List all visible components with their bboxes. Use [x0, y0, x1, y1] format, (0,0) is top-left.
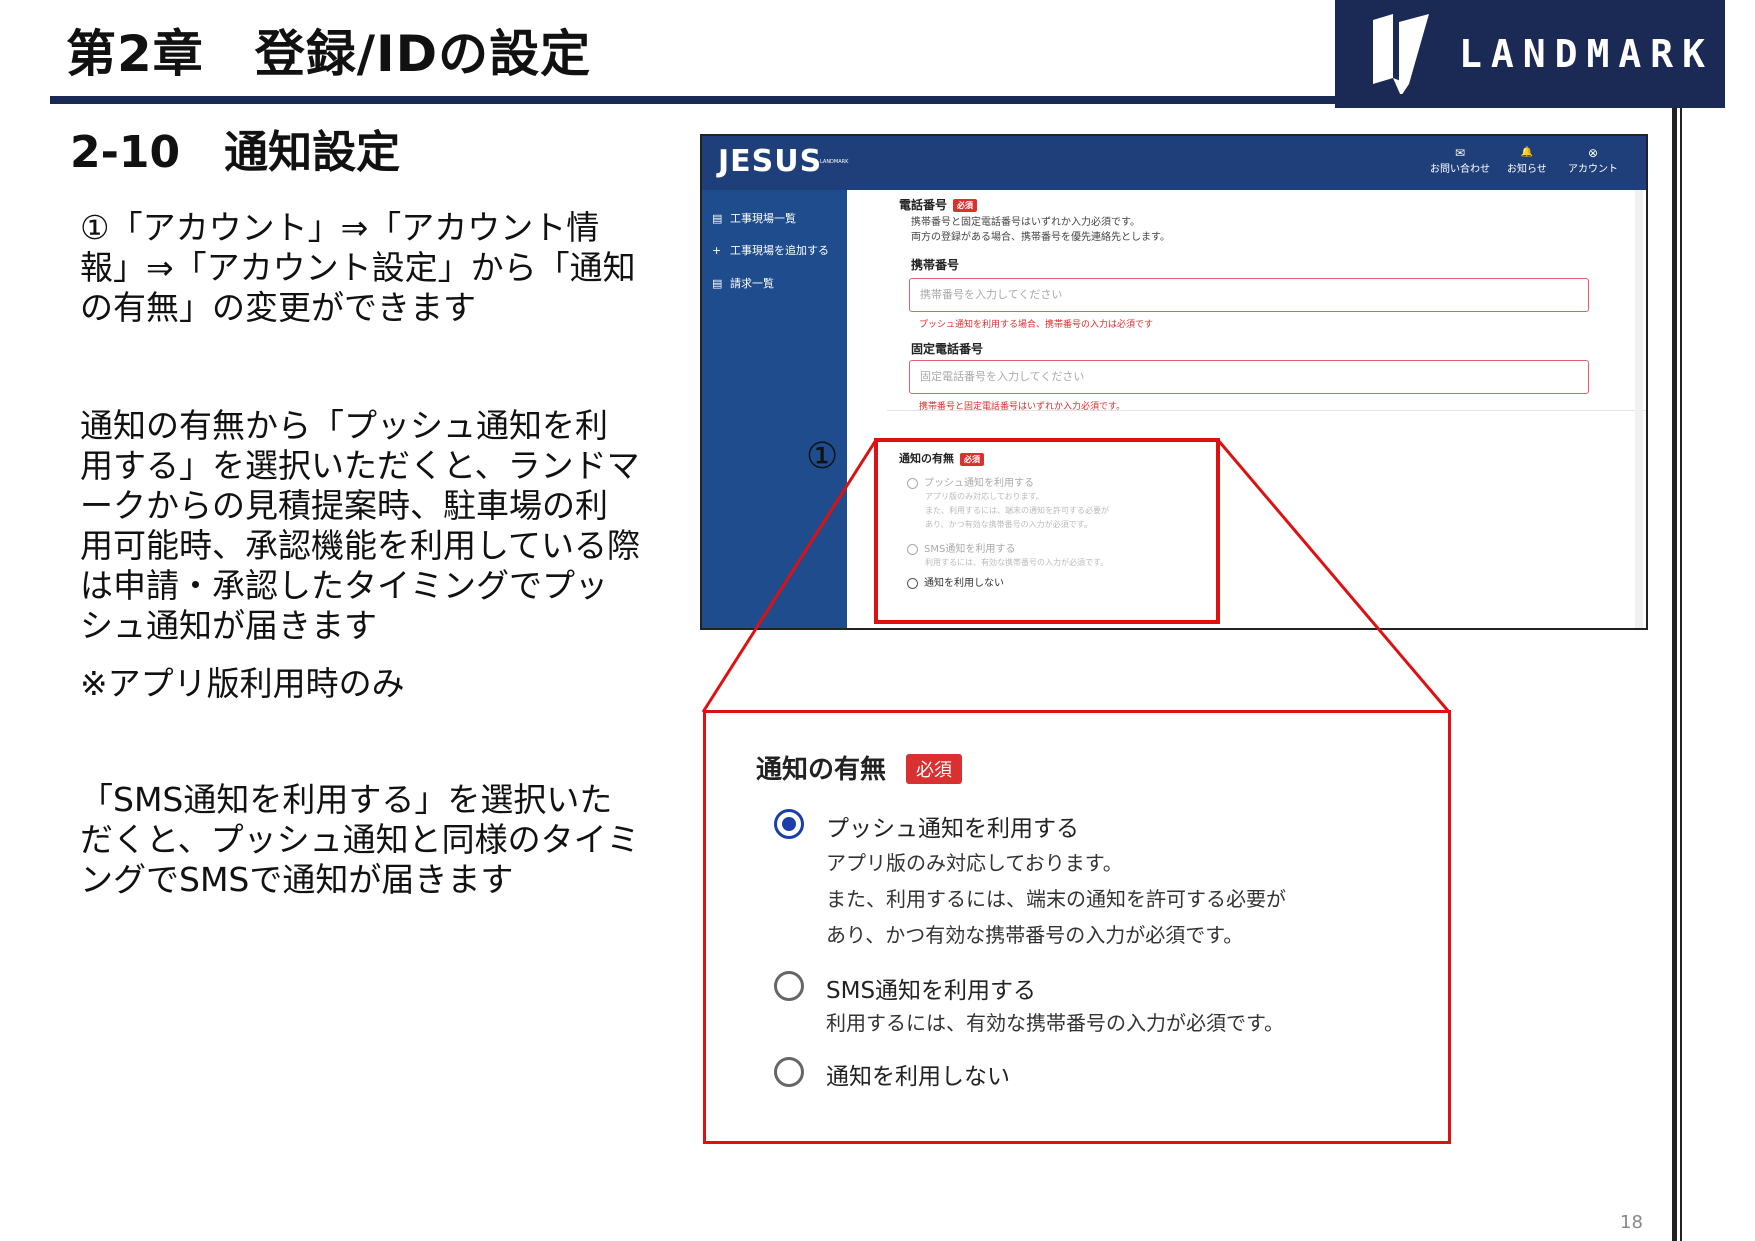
option-push-label: プッシュ通知を利用する	[826, 816, 1079, 842]
notification-title: 通知の有無	[756, 755, 887, 785]
option-sms-desc: 利用するには、有効な携帯番号の入力が必須です。	[826, 1011, 1284, 1035]
radio-icon[interactable]	[774, 971, 804, 1001]
radio-selected-icon[interactable]	[774, 809, 804, 839]
required-badge: 必須	[906, 754, 962, 784]
option-push-desc: アプリ版のみ対応しております。 また、利用するには、端末の通知を許可する必要が …	[826, 851, 1286, 947]
option-sms-label: SMS通知を利用する	[826, 978, 1037, 1004]
radio-icon[interactable]	[774, 1057, 804, 1087]
step-marker: ①	[806, 436, 839, 477]
option-none-label: 通知を利用しない	[826, 1064, 1010, 1090]
notification-zoom-panel: 通知の有無 必須 プッシュ通知を利用する アプリ版のみ対応しております。 また、…	[703, 710, 1451, 1144]
page-number: 18	[1620, 1212, 1643, 1233]
